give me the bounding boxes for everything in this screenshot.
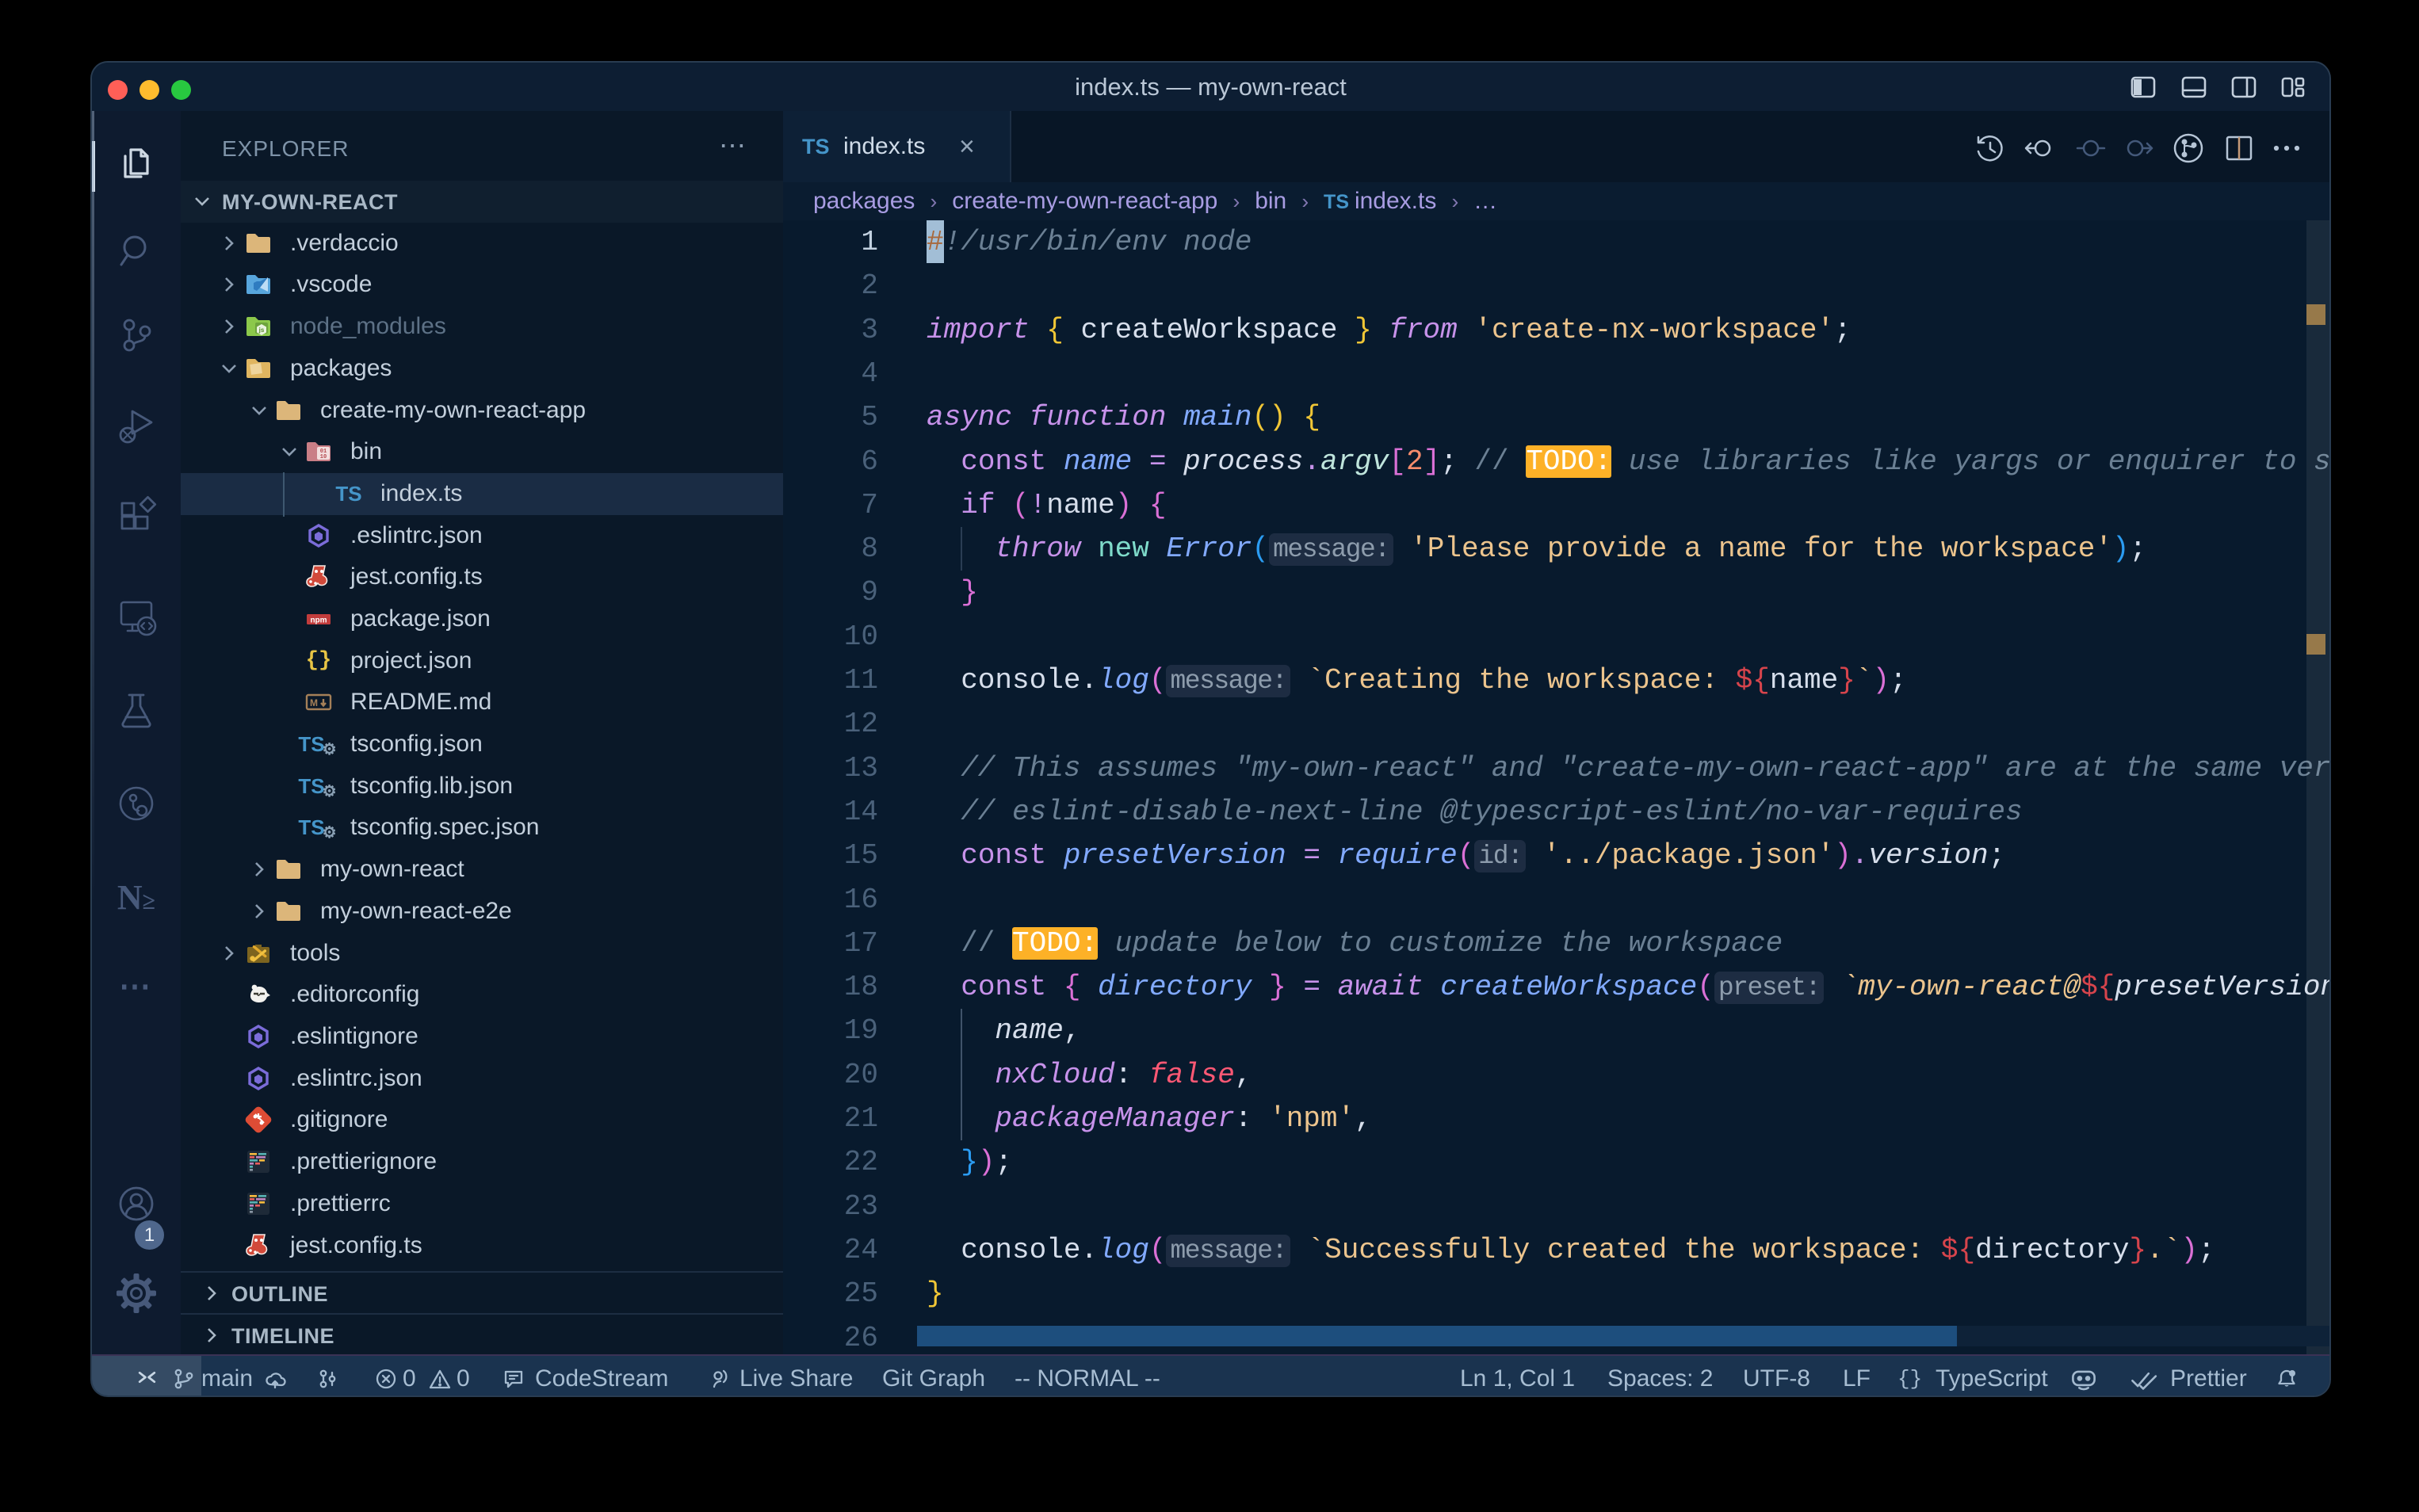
svg-text:npm: npm bbox=[310, 617, 327, 625]
svg-text:M: M bbox=[310, 697, 318, 708]
svg-text:10: 10 bbox=[320, 454, 327, 460]
svg-text:js: js bbox=[258, 326, 265, 334]
